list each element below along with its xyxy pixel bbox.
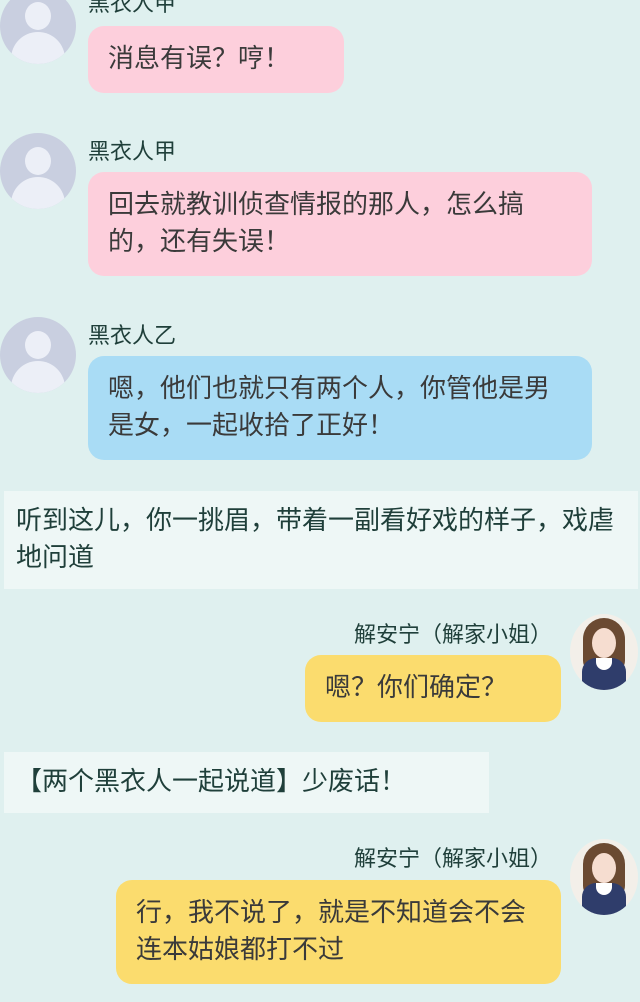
avatar-face-shape (592, 853, 616, 883)
message-bubble: 嗯，他们也就只有两个人，你管他是男是女，一起收拾了正好！ (88, 356, 592, 460)
sender-name: 黑衣人甲 (88, 0, 177, 17)
message-bubble: 消息有误？哼！ (88, 26, 344, 93)
avatar[interactable] (0, 317, 76, 393)
message-bubble: 嗯？你们确定？ (305, 655, 561, 722)
avatar-face-shape (592, 628, 616, 658)
avatar-body-shape (11, 32, 65, 64)
avatar-photo[interactable] (570, 614, 638, 690)
avatar[interactable] (0, 0, 76, 64)
sender-name: 黑衣人乙 (88, 324, 177, 349)
sender-name: 解安宁（解家小姐） (353, 623, 552, 648)
avatar-body-shape (11, 361, 65, 393)
avatar-head-shape (25, 331, 51, 359)
avatar-photo[interactable] (570, 839, 638, 915)
narration-text: 听到这儿，你一挑眉，带着一副看好戏的样子，戏虐地问道 (4, 491, 638, 589)
sender-name: 黑衣人甲 (88, 140, 177, 165)
message-bubble: 行，我不说了，就是不知道会不会连本姑娘都打不过 (116, 880, 561, 984)
avatar[interactable] (0, 133, 76, 209)
narration-text: 【两个黑衣人一起说道】少废话！ (4, 752, 489, 813)
avatar-head-shape (25, 147, 51, 175)
avatar-body-shape (11, 177, 65, 209)
message-bubble: 回去就教训侦查情报的那人，怎么搞的，还有失误！ (88, 172, 592, 276)
avatar-head-shape (25, 2, 51, 30)
sender-name: 解安宁（解家小姐） (353, 847, 552, 872)
